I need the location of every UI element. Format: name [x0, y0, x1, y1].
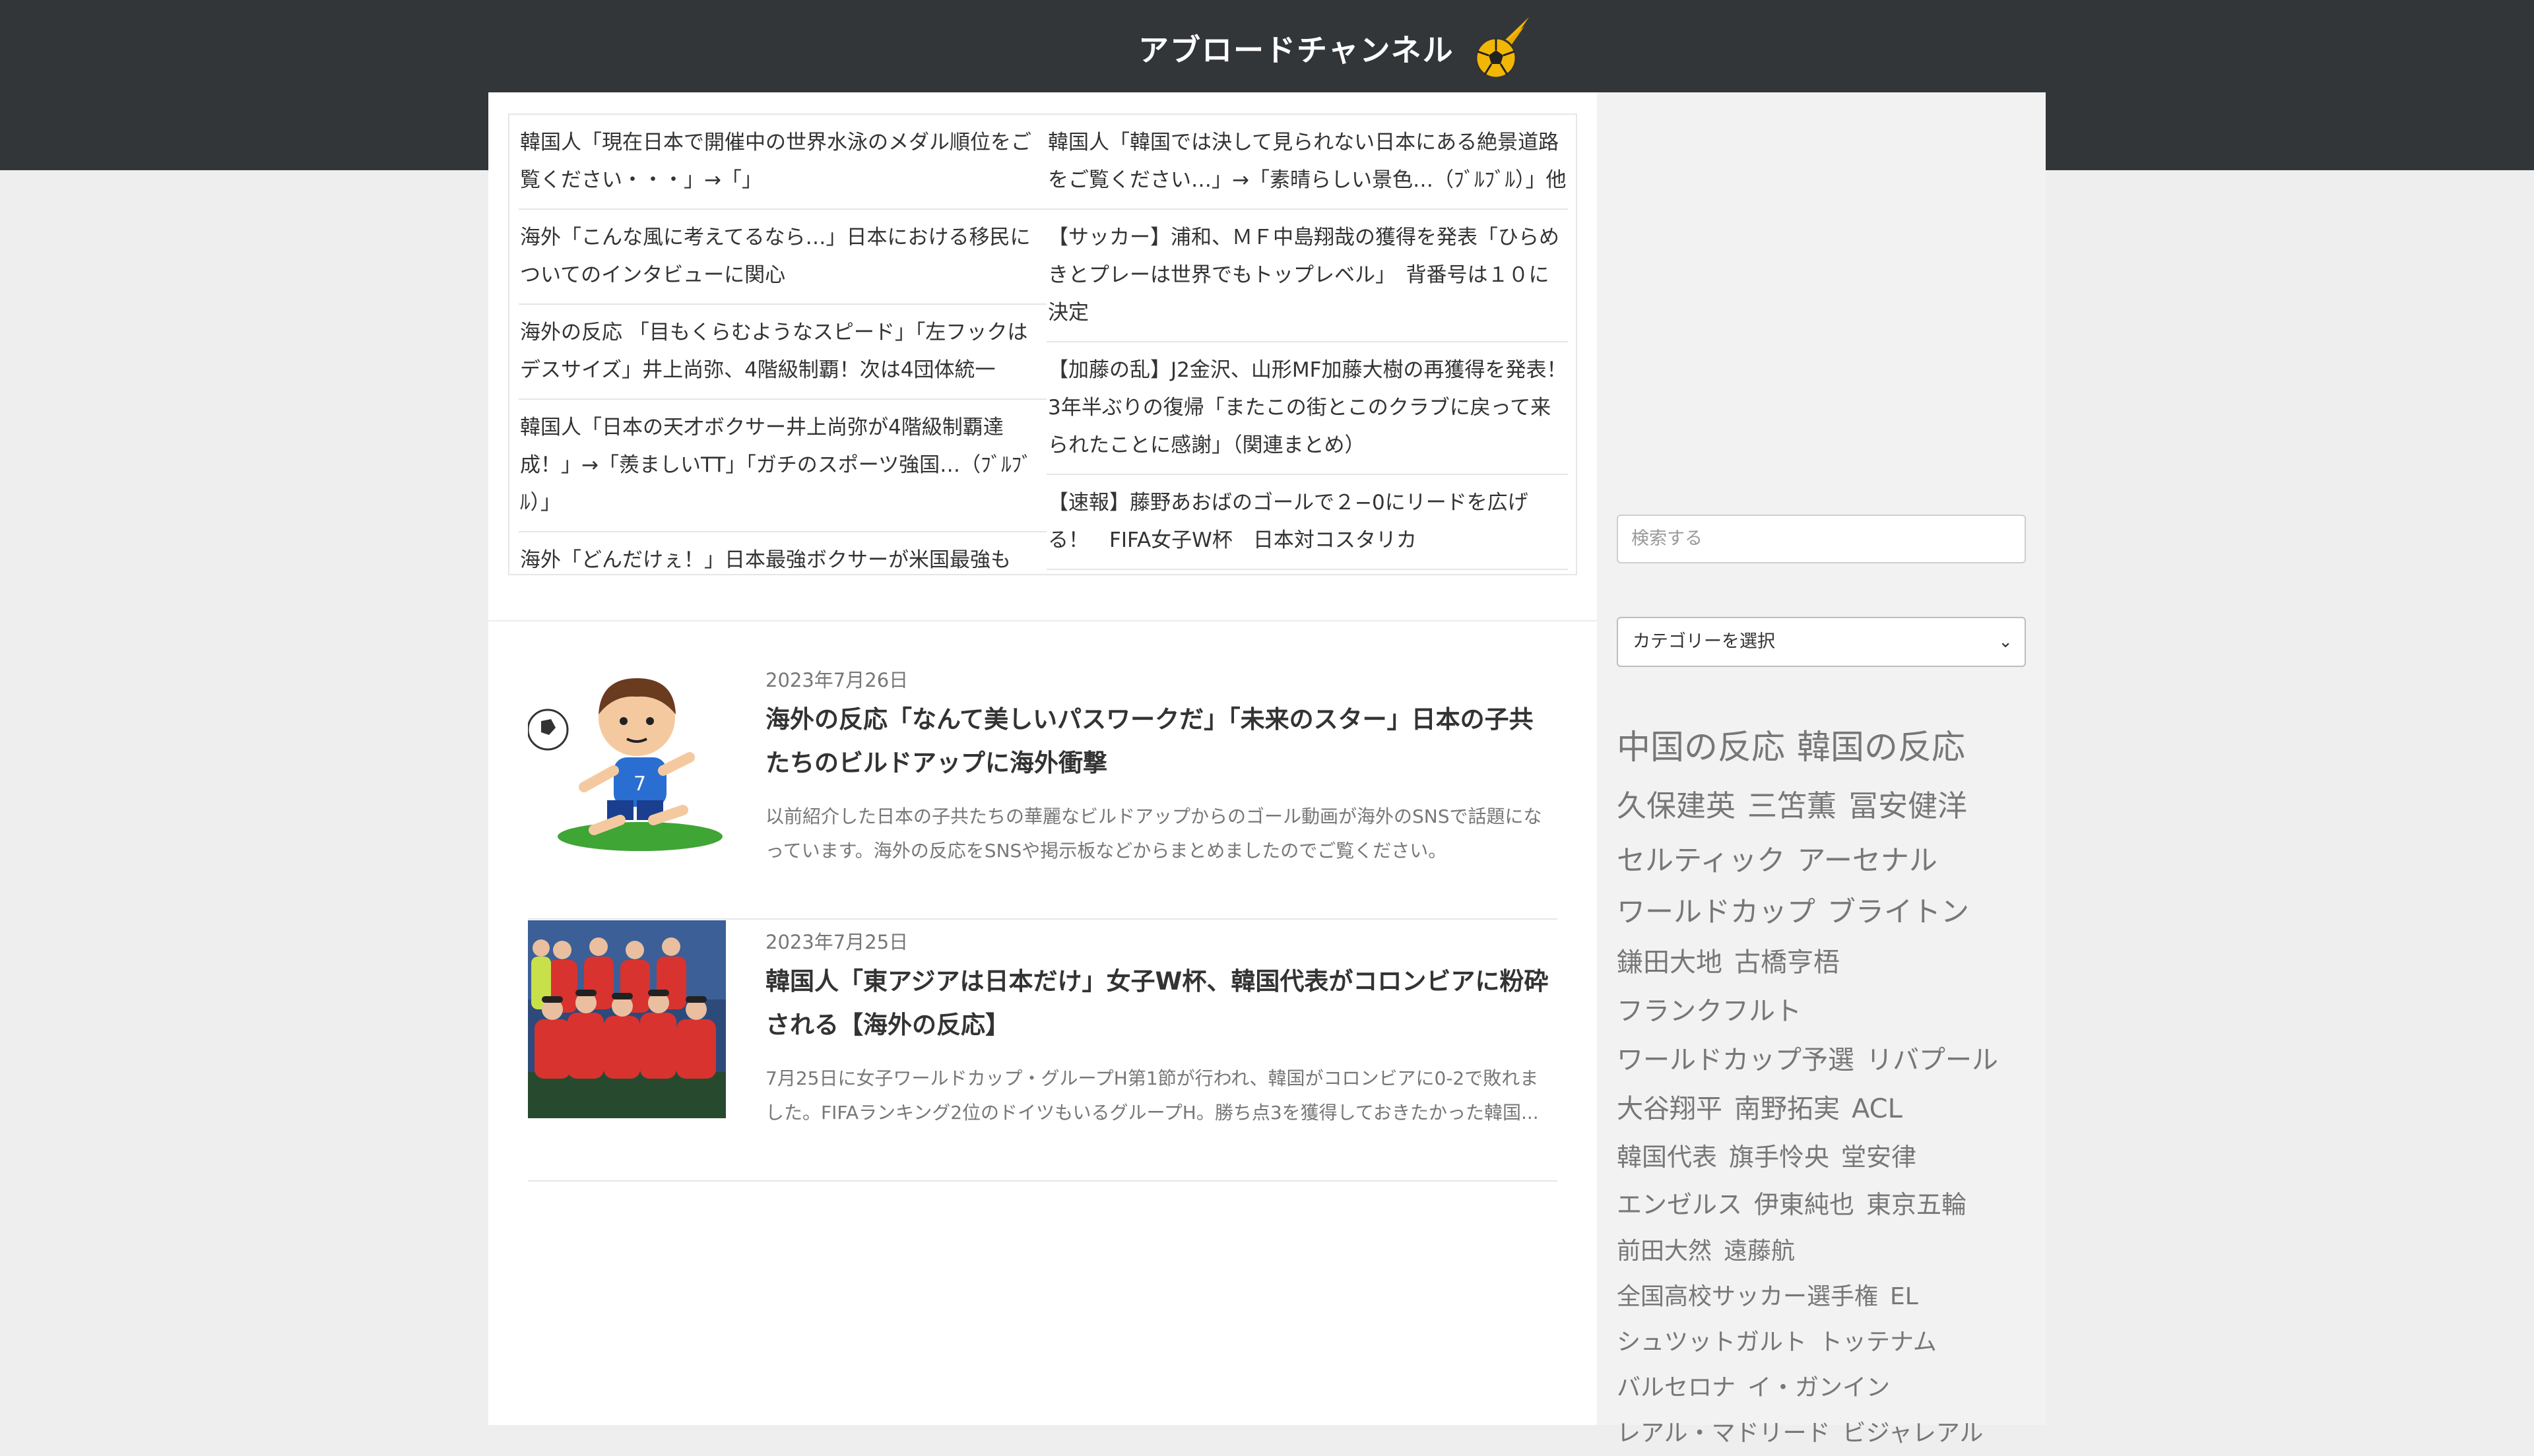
- tag-link[interactable]: バルセロナ: [1617, 1365, 1736, 1410]
- tag-link[interactable]: 遠藤航: [1724, 1228, 1795, 1274]
- tag-link[interactable]: エンゼルス: [1617, 1181, 1742, 1228]
- tag-link[interactable]: ワールドカップ: [1617, 887, 1815, 938]
- tag-link[interactable]: 前田大然: [1617, 1228, 1712, 1274]
- ticker-item[interactable]: 韓国人「現在日本で開催中の世界水泳のメダル順位をご覧ください・・・」→「」: [519, 115, 1047, 210]
- chevron-down-icon: ⌄: [1998, 632, 2013, 652]
- article-title[interactable]: 海外の反応「なんて美しいパスワークだ」「未来のスター」日本の子共たちのビルドアッ…: [765, 698, 1551, 785]
- ticker-item[interactable]: 海外の反応 「目もくらむようなスピード」「左フックはデスサイズ」井上尚弥、4階級…: [519, 305, 1047, 400]
- tag-link[interactable]: 韓国の反応: [1797, 719, 1965, 777]
- tag-link[interactable]: 韓国代表: [1617, 1133, 1717, 1181]
- tag-link[interactable]: フランクフルト: [1617, 987, 1802, 1036]
- tag-link[interactable]: 大谷翔平: [1617, 1085, 1722, 1133]
- tag-link[interactable]: 三笘薫: [1747, 777, 1836, 835]
- tag-link[interactable]: EL: [1890, 1274, 1918, 1319]
- ticker-item[interactable]: 韓国人「韓国では決して見られない日本にある絶景道路をご覧ください…」→「素晴らし…: [1047, 115, 1568, 210]
- sidebar: 検索する カテゴリーを選択 ⌄ 中国の反応 韓国の反応 久保建英 三笘薫 冨安健洋 セ…: [1597, 92, 2046, 1447]
- ticker-item[interactable]: 【速報】藤野あおばのゴールで２−0にリードを広げる！ FIFA女子W杯 日本対コ…: [1047, 475, 1568, 570]
- tag-link[interactable]: イ・ガンイン: [1747, 1365, 1890, 1410]
- article-excerpt: 7月25日に女子ワールドカップ・グループH第1節が行われ、韓国がコロンビアに0-…: [765, 1067, 1539, 1124]
- article-card[interactable]: 7 2023年7月26日 海外の反応「なんて美しいパスワークだ」「未来のスター」…: [528, 658, 1557, 920]
- ticker-item[interactable]: 韓国人「日本の天才ボクサー井上尚弥が4階級制覇達成！」→「羨ましいTT」「ガチの…: [519, 400, 1047, 532]
- korea-team-photo: [528, 920, 726, 1118]
- article-excerpt: 以前紹介した日本の子共たちの華麗なビルドアップからのゴール動画が海外のSNSで話…: [765, 806, 1542, 862]
- tag-link[interactable]: 全国高校サッカー選手権: [1617, 1274, 1878, 1319]
- article-date: 2023年7月26日: [765, 669, 909, 691]
- tag-link[interactable]: アーセナル: [1797, 835, 1937, 887]
- article-thumbnail[interactable]: [528, 920, 726, 1118]
- article-card[interactable]: 2023年7月25日 韓国人「東アジアは日本だけ」女子W杯、韓国代表がコロンビア…: [528, 920, 1557, 1182]
- ticker-column-left: 韓国人「現在日本で開催中の世界水泳のメダル順位をご覧ください・・・」→「」 海外…: [519, 115, 1047, 574]
- soccer-ball-icon: [1475, 17, 1529, 79]
- tag-link[interactable]: セルティック: [1617, 835, 1785, 887]
- search-input[interactable]: 検索する: [1617, 515, 2026, 563]
- tag-link[interactable]: 南野拓実: [1734, 1085, 1840, 1133]
- logo-text: アブロードチャンネル: [1138, 32, 1454, 68]
- tag-link[interactable]: レアル・マドリード: [1617, 1410, 1831, 1456]
- tag-link[interactable]: ブライトン: [1827, 887, 1969, 938]
- article-thumbnail[interactable]: 7: [528, 658, 726, 856]
- child-soccer-illustration: 7: [528, 658, 726, 856]
- ticker-item[interactable]: 海外「こんな風に考えてるなら…」日本における移民についてのインタビューに関心: [519, 210, 1047, 305]
- tag-link[interactable]: 東京五輪: [1866, 1181, 1966, 1228]
- tag-link[interactable]: トッテナム: [1819, 1319, 1937, 1365]
- tag-link[interactable]: 鎌田大地: [1617, 938, 1722, 987]
- headline-ticker: 韓国人「現在日本で開催中の世界水泳のメダル順位をご覧ください・・・」→「」 海外…: [508, 113, 1577, 575]
- svg-text:7: 7: [634, 773, 646, 796]
- tag-link[interactable]: ビジャレアル: [1842, 1410, 1984, 1456]
- tag-link[interactable]: リバプール: [1866, 1036, 1998, 1085]
- tag-cloud: 中国の反応 韓国の反応 久保建英 三笘薫 冨安健洋 セルティック アーセナル ワールドカ…: [1617, 719, 2032, 1456]
- main-content: 韓国人「現在日本で開催中の世界水泳のメダル順位をご覧ください・・・」→「」 海外…: [488, 92, 1597, 1425]
- article-date: 2023年7月25日: [765, 931, 909, 953]
- tag-link[interactable]: 伊東純也: [1754, 1181, 1854, 1228]
- ticker-item[interactable]: 【加藤の乱】J2金沢、山形MF加藤大樹の再獲得を発表！3年半ぶりの復帰「またこの…: [1047, 342, 1568, 475]
- article-title[interactable]: 韓国人「東アジアは日本だけ」女子W杯、韓国代表がコロンビアに粉砕される【海外の反…: [765, 960, 1551, 1047]
- tag-link[interactable]: 堂安律: [1841, 1133, 1916, 1181]
- tag-link[interactable]: ACL: [1852, 1085, 1902, 1133]
- ticker-item[interactable]: 【サッカー】浦和、ＭＦ中島翔哉の獲得を発表「ひらめきとプレーは世界でもトップレベ…: [1047, 210, 1568, 342]
- tag-link[interactable]: 旗手怜央: [1729, 1133, 1829, 1181]
- ticker-item[interactable]: 海外「どんだけぇ！」日本最強ボクサーが米国最強も: [519, 532, 1047, 574]
- category-select[interactable]: カテゴリーを選択 ⌄: [1617, 617, 2026, 667]
- tag-link[interactable]: 冨安健洋: [1848, 777, 1967, 835]
- tag-link[interactable]: 古橋亨梧: [1734, 938, 1840, 987]
- tag-link[interactable]: シュツットガルト: [1617, 1319, 1807, 1365]
- tag-link[interactable]: ワールドカップ予選: [1617, 1036, 1854, 1085]
- site-logo[interactable]: アブロードチャンネル: [1138, 5, 1539, 91]
- ticker-column-right: 韓国人「韓国では決して見られない日本にある絶景道路をご覧ください…」→「素晴らし…: [1047, 115, 1568, 570]
- tag-link[interactable]: 久保建英: [1617, 777, 1736, 835]
- tag-link[interactable]: 中国の反応: [1617, 719, 1785, 777]
- section-divider: [488, 620, 1597, 621]
- category-select-label: カテゴリーを選択: [1633, 631, 1775, 652]
